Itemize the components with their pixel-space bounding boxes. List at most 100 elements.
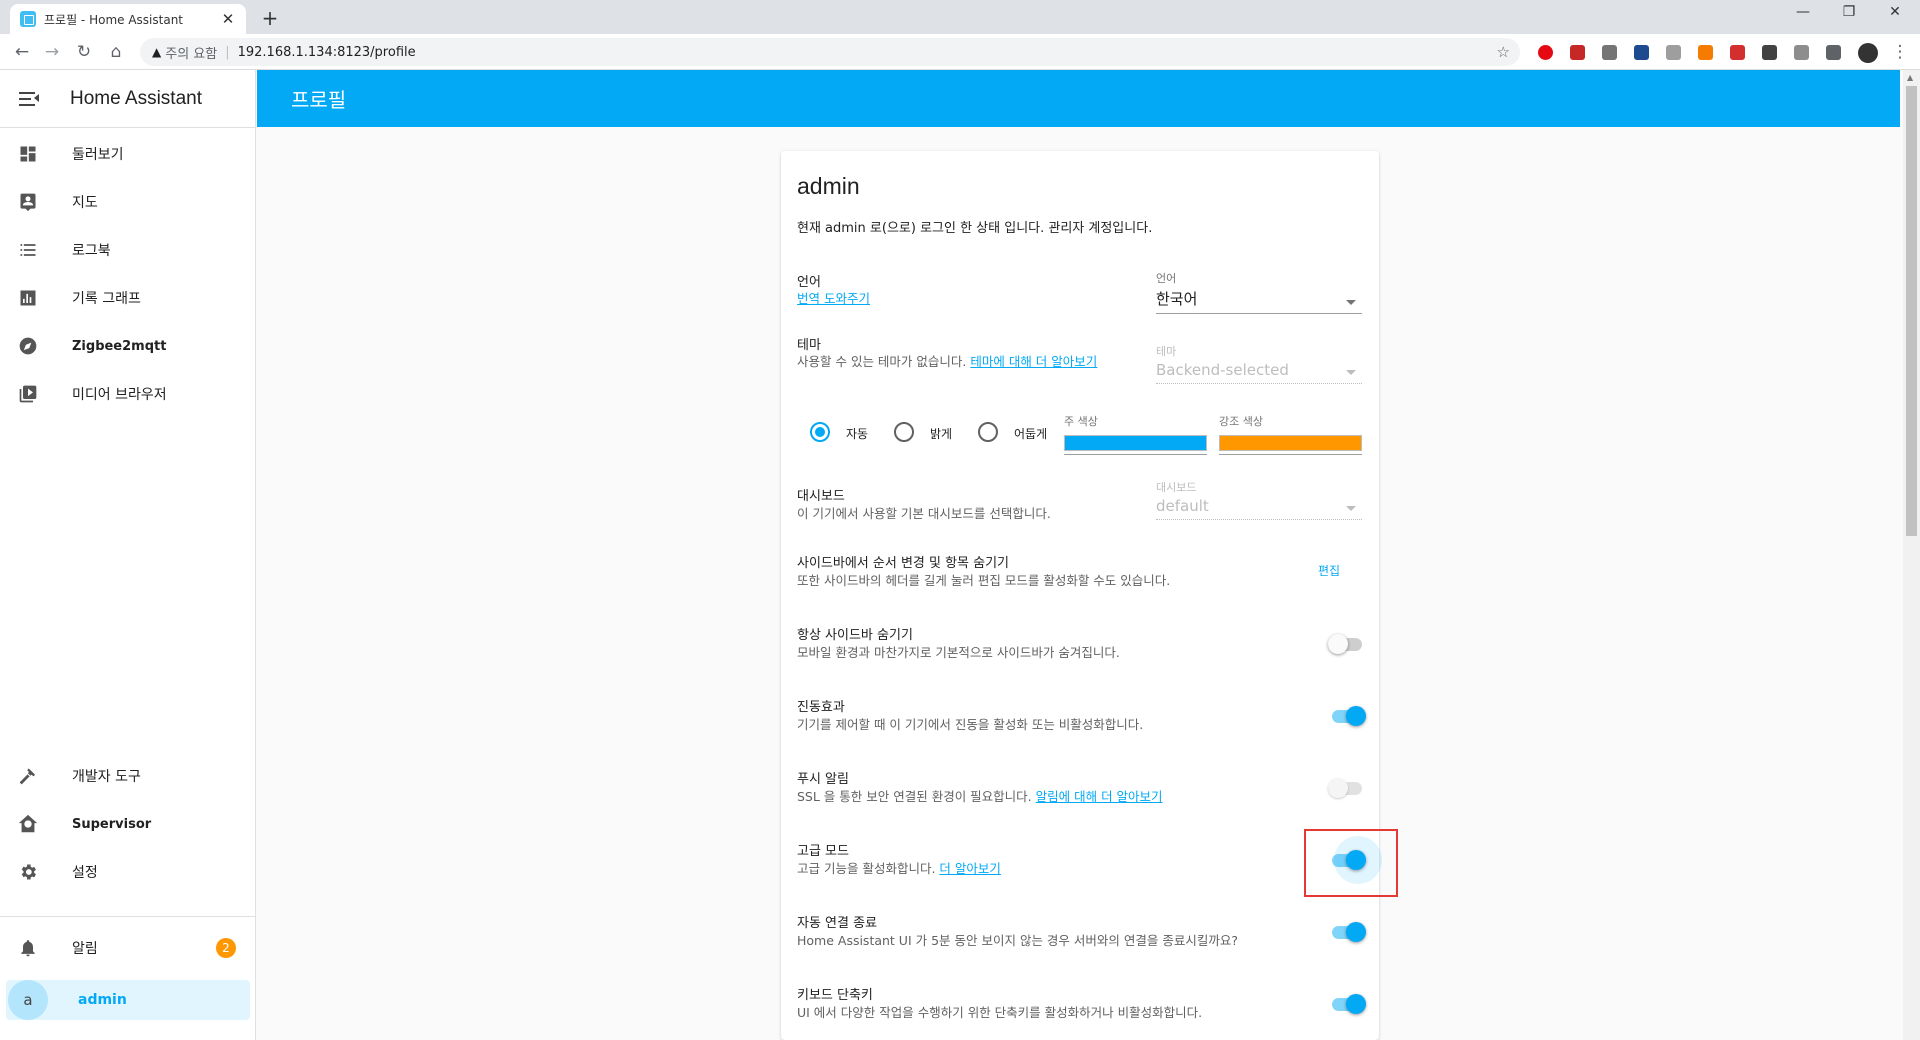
theme-select[interactable]: 테마 Backend-selected: [1156, 343, 1362, 384]
shortcuts-title: 키보드 단축키: [797, 988, 873, 1003]
advanced-mode-desc: 고급 기능을 활성화합니다. 더 알아보기: [797, 859, 1277, 878]
reload-icon[interactable]: ↻: [74, 42, 94, 62]
push-desc-text: SSL 을 통한 보안 연결된 환경이 필요합니다.: [797, 789, 1036, 804]
back-icon[interactable]: ←: [12, 42, 32, 62]
supervisor-home-icon: [16, 812, 40, 836]
extension-red-circle-icon[interactable]: [1538, 45, 1553, 60]
sidebar-divider: [0, 916, 256, 917]
sidebar-item-label: 로그북: [72, 243, 111, 259]
push-toggle[interactable]: [1328, 777, 1362, 799]
hammer-icon: [16, 764, 40, 788]
sidebar-item-zigbee2mqtt[interactable]: Zigbee2mqtt: [0, 326, 256, 366]
primary-color-swatch[interactable]: [1064, 435, 1207, 451]
sidebar-item-label: 둘러보기: [72, 147, 124, 163]
sidebar-item-media-browser[interactable]: 미디어 브라우저: [0, 374, 256, 414]
extension-s-icon[interactable]: [1762, 45, 1777, 60]
dropdown-arrow-icon: [1346, 506, 1356, 511]
theme-title: 테마: [797, 338, 821, 353]
tab-title: 프로필 - Home Assistant: [44, 12, 183, 27]
push-learn-more-link[interactable]: 알림에 대해 더 알아보기: [1036, 789, 1163, 804]
home-assistant-favicon-icon: [20, 11, 36, 27]
scroll-up-icon[interactable]: ▲: [1907, 73, 1913, 82]
radio-theme-dark-label: 어둡게: [1014, 427, 1048, 441]
theme-learn-more-link[interactable]: 테마에 대해 더 알아보기: [970, 354, 1097, 369]
vibrate-desc: 기기를 제어할 때 이 기기에서 진동을 활성화 또는 비활성화합니다.: [797, 717, 1144, 732]
radio-theme-light[interactable]: [894, 422, 914, 442]
browser-tab-strip: 프로필 - Home Assistant ✕ + — ❐ ✕: [0, 0, 1920, 34]
radio-theme-dark[interactable]: [978, 422, 998, 442]
dashboard-select[interactable]: 대시보드 default: [1156, 479, 1362, 520]
username-heading: admin: [797, 173, 860, 199]
vibrate-toggle[interactable]: [1332, 705, 1366, 727]
radio-theme-light-label: 밝게: [930, 427, 953, 441]
primary-color-field[interactable]: 주 색상: [1064, 413, 1207, 455]
extension-image-icon[interactable]: [1794, 45, 1809, 60]
auto-close-desc: Home Assistant UI 가 5분 동안 보이지 않는 경우 서버와의…: [797, 933, 1238, 948]
new-tab-button[interactable]: +: [258, 6, 282, 30]
browser-toolbar: ← → ↻ ⌂ ▲ 주의 요함 | 192.168.1.134:8123/pro…: [0, 34, 1920, 70]
omnibox-separator: |: [225, 44, 230, 60]
extension-camera-icon[interactable]: [1602, 45, 1617, 60]
browser-tab[interactable]: 프로필 - Home Assistant ✕: [10, 4, 246, 34]
scrollbar-thumb[interactable]: [1906, 86, 1917, 536]
extension-bird-icon[interactable]: [1634, 45, 1649, 60]
notification-count-badge: 2: [216, 938, 236, 958]
close-window-icon[interactable]: ✕: [1872, 4, 1918, 20]
sidebar-header: Home Assistant: [0, 70, 255, 128]
extension-red-badge-icon[interactable]: [1570, 45, 1585, 60]
sidebar-item-label: 기록 그래프: [72, 291, 141, 307]
sidebar-item-history[interactable]: 기록 그래프: [0, 278, 256, 318]
language-select-value: 한국어: [1156, 290, 1198, 308]
extension-grid-icon[interactable]: [1666, 45, 1681, 60]
accent-color-swatch[interactable]: [1219, 435, 1362, 451]
extension-b-icon[interactable]: [1730, 45, 1745, 60]
close-tab-icon[interactable]: ✕: [220, 10, 236, 28]
sidebar-item-supervisor[interactable]: Supervisor: [0, 804, 256, 844]
help-translate-link[interactable]: 번역 도와주기: [797, 291, 870, 306]
app-header: 프로필: [257, 70, 1900, 127]
push-title: 푸시 알림: [797, 772, 849, 787]
forward-icon[interactable]: →: [42, 42, 62, 62]
sidebar-item-logbook[interactable]: 로그북: [0, 230, 256, 270]
sidebar-item-developer-tools[interactable]: 개발자 도구: [0, 756, 256, 796]
language-select[interactable]: 언어 한국어: [1156, 270, 1362, 314]
push-desc: SSL 을 통한 보안 연결된 환경이 필요합니다. 알림에 대해 더 알아보기: [797, 787, 1277, 806]
shortcuts-toggle[interactable]: [1332, 993, 1366, 1015]
url-text: 192.168.1.134:8123/profile: [237, 44, 416, 60]
advanced-mode-title: 고급 모드: [797, 844, 849, 859]
accent-color-field[interactable]: 강조 색상: [1219, 413, 1362, 455]
maximize-icon[interactable]: ❐: [1826, 4, 1872, 20]
sidebar-edit-button[interactable]: 편집: [1318, 562, 1340, 579]
sidebar-item-user[interactable]: a admin: [6, 980, 250, 1020]
address-bar[interactable]: ▲ 주의 요함 | 192.168.1.134:8123/profile ☆: [140, 38, 1520, 66]
security-label: 주의 요함: [165, 46, 218, 62]
advanced-learn-more-link[interactable]: 더 알아보기: [939, 861, 1000, 876]
logbook-list-icon: [16, 238, 40, 262]
menu-collapse-icon[interactable]: [16, 85, 44, 113]
minimize-icon[interactable]: —: [1780, 4, 1826, 20]
hide-sidebar-toggle[interactable]: [1328, 633, 1362, 655]
profile-avatar-icon[interactable]: [1858, 43, 1878, 63]
sidebar-item-label: 알림: [72, 941, 98, 957]
sidebar-item-map[interactable]: 지도: [0, 182, 256, 222]
auto-close-toggle[interactable]: [1332, 921, 1366, 943]
kebab-menu-icon[interactable]: ⋮: [1890, 42, 1910, 62]
dashboard-select-value: default: [1156, 497, 1209, 515]
page-title: 프로필: [291, 88, 347, 112]
theme-select-value: Backend-selected: [1156, 361, 1289, 379]
radio-theme-auto[interactable]: [810, 422, 830, 442]
sidebar-item-settings[interactable]: 설정: [0, 852, 256, 892]
dropdown-arrow-icon: [1346, 370, 1356, 375]
sidebar-item-overview[interactable]: 둘러보기: [0, 134, 256, 174]
page-scrollbar[interactable]: ▲: [1903, 70, 1920, 1040]
compass-icon: [16, 334, 40, 358]
home-icon[interactable]: ⌂: [106, 42, 126, 62]
sidebar-item-notifications[interactable]: 알림 2: [0, 928, 256, 968]
radio-theme-auto-label: 자동: [846, 427, 869, 441]
sidebar-item-label: Zigbee2mqtt: [72, 338, 167, 354]
bell-icon: [16, 936, 40, 960]
extensions-puzzle-icon[interactable]: [1826, 45, 1841, 60]
sidebar-item-label: 개발자 도구: [72, 769, 141, 785]
bookmark-star-icon[interactable]: ☆: [1497, 43, 1510, 61]
extension-orange-icon[interactable]: [1698, 45, 1713, 60]
